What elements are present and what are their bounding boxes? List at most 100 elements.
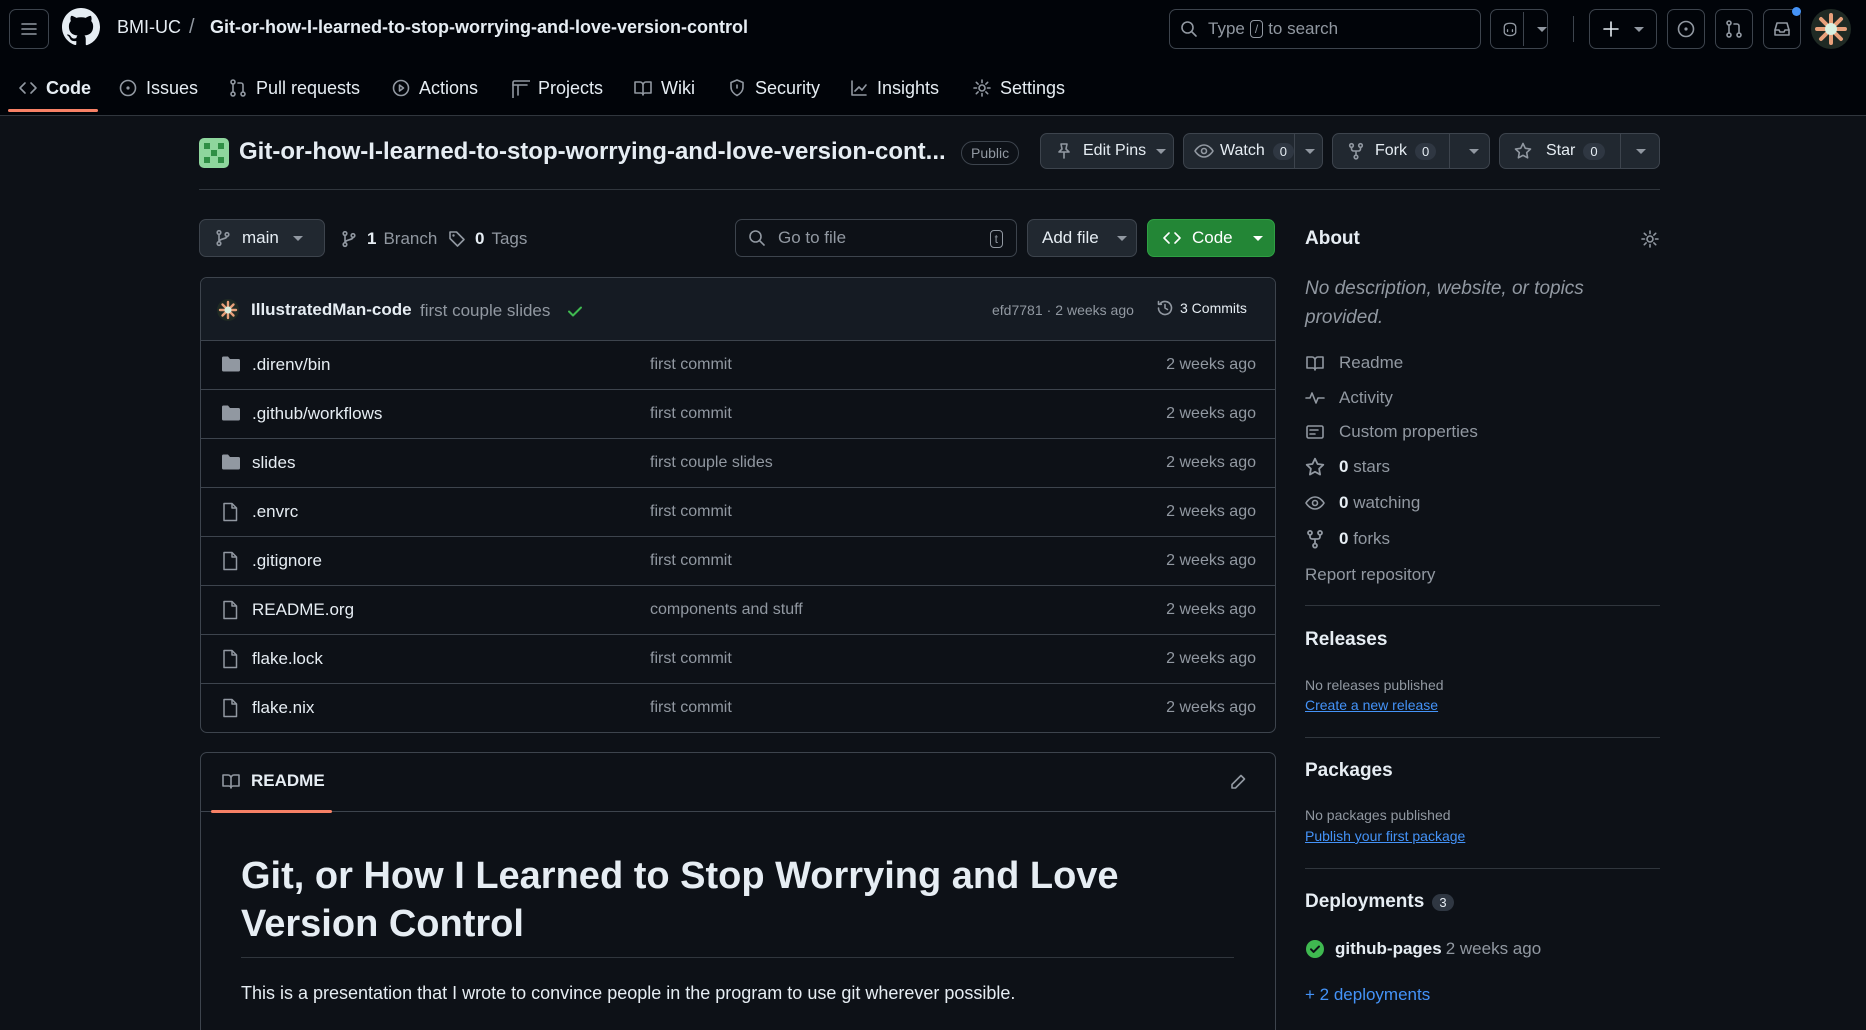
- about-custom-properties-link[interactable]: Custom properties: [1305, 420, 1478, 444]
- file-commit-message[interactable]: first commit: [650, 699, 732, 717]
- commit-message[interactable]: first couple slides: [420, 301, 550, 321]
- menu-button[interactable]: [9, 9, 49, 49]
- file-row[interactable]: .direnv/bin first commit 2 weeks ago: [201, 341, 1275, 390]
- edit-pins-label: Edit Pins: [1083, 142, 1147, 159]
- file-commit-message[interactable]: first couple slides: [650, 454, 773, 472]
- eye-icon: [1194, 144, 1214, 158]
- tab-label: Insights: [877, 77, 940, 98]
- star-icon: [1514, 142, 1532, 159]
- file-name[interactable]: .gitignore: [252, 551, 322, 571]
- forks-count: 0: [1339, 529, 1349, 548]
- go-to-file-input[interactable]: Go to file t: [735, 219, 1017, 257]
- deployments-title[interactable]: Deployments: [1305, 891, 1424, 913]
- file-name[interactable]: .github/workflows: [252, 404, 382, 424]
- tab-insights[interactable]: Insights: [849, 74, 939, 102]
- about-stars-link[interactable]: 0 stars: [1305, 455, 1390, 479]
- edit-pins-button[interactable]: Edit Pins: [1040, 133, 1174, 169]
- file-row[interactable]: slides first couple slides 2 weeks ago: [201, 439, 1275, 488]
- about-watching-link[interactable]: 0 watching: [1305, 491, 1420, 515]
- tab-code[interactable]: Code: [18, 74, 91, 102]
- tags-count: 0: [475, 229, 485, 248]
- go-to-file-shortcut: t: [989, 230, 1003, 248]
- file-name[interactable]: .envrc: [252, 502, 298, 522]
- about-activity-link[interactable]: Activity: [1305, 386, 1393, 410]
- tags-link[interactable]: 0 Tags: [448, 229, 527, 249]
- search-input[interactable]: Type / to search: [1169, 9, 1481, 49]
- file-name[interactable]: flake.nix: [252, 698, 314, 718]
- file-commit-message[interactable]: first commit: [650, 356, 732, 374]
- packages-title[interactable]: Packages: [1305, 760, 1393, 782]
- file-icon: [221, 649, 239, 669]
- file-name[interactable]: slides: [252, 453, 295, 473]
- code-button[interactable]: Code: [1147, 219, 1275, 257]
- file-row[interactable]: .envrc first commit 2 weeks ago: [201, 488, 1275, 537]
- tab-security[interactable]: Security: [727, 74, 820, 102]
- create-new-button[interactable]: [1589, 9, 1657, 49]
- branches-link[interactable]: 1 Branch: [340, 229, 437, 249]
- issues-button[interactable]: [1667, 9, 1705, 49]
- file-commit-message[interactable]: components and stuff: [650, 601, 803, 619]
- pull-requests-button[interactable]: [1715, 9, 1753, 49]
- folder-icon: [221, 453, 241, 471]
- star-icon: [1305, 457, 1325, 476]
- gear-icon[interactable]: [1640, 229, 1660, 249]
- breadcrumb-owner[interactable]: BMI-UC: [117, 17, 181, 38]
- file-commit-message[interactable]: first commit: [650, 650, 732, 668]
- tab-issues[interactable]: Issues: [118, 74, 198, 102]
- avatar[interactable]: [1811, 9, 1851, 49]
- fork-count: 0: [1415, 142, 1437, 160]
- git-branch-icon: [342, 230, 356, 248]
- tab-pull-requests[interactable]: Pull requests: [228, 74, 360, 102]
- star-button[interactable]: Star 0: [1499, 133, 1660, 169]
- github-logo[interactable]: [62, 8, 100, 46]
- file-row[interactable]: .github/workflows first commit 2 weeks ago: [201, 390, 1275, 439]
- more-deployments-link[interactable]: + 2 deployments: [1305, 985, 1430, 1005]
- file-commit-message[interactable]: first commit: [650, 552, 732, 570]
- breadcrumb-repo[interactable]: Git-or-how-I-learned-to-stop-worrying-an…: [210, 17, 748, 38]
- graph-icon: [851, 80, 867, 96]
- identicon-icon: [204, 143, 224, 163]
- file-row[interactable]: .gitignore first commit 2 weeks ago: [201, 537, 1275, 586]
- deployment-env[interactable]: github-pages: [1335, 939, 1442, 959]
- readme-heading-divider: [241, 957, 1234, 958]
- tab-projects[interactable]: Projects: [510, 74, 603, 102]
- file-date: 2 weeks ago: [1166, 650, 1256, 667]
- shield-icon: [730, 79, 744, 97]
- copilot-button[interactable]: [1490, 9, 1548, 49]
- file-name[interactable]: README.org: [252, 600, 354, 620]
- commit-hash[interactable]: efd7781: [992, 302, 1043, 318]
- chevron-down-icon: [1305, 149, 1315, 154]
- repo-title[interactable]: Git-or-how-I-learned-to-stop-worrying-an…: [239, 138, 946, 166]
- watch-button[interactable]: Watch 0: [1183, 133, 1323, 169]
- releases-title[interactable]: Releases: [1305, 629, 1387, 651]
- file-row[interactable]: flake.lock first commit 2 weeks ago: [201, 635, 1275, 684]
- report-repository-link[interactable]: Report repository: [1305, 565, 1435, 585]
- pencil-icon[interactable]: [1229, 773, 1247, 791]
- commit-author-avatar[interactable]: [217, 299, 239, 321]
- publish-package-link[interactable]: Publish your first package: [1305, 828, 1465, 844]
- file-row[interactable]: flake.nix first commit 2 weeks ago: [201, 684, 1275, 732]
- readme-tab[interactable]: README: [221, 771, 325, 791]
- add-file-button[interactable]: Add file: [1027, 219, 1137, 257]
- file-name[interactable]: flake.lock: [252, 649, 323, 669]
- about-forks-link[interactable]: 0 forks: [1305, 527, 1390, 551]
- fork-button[interactable]: Fork 0: [1332, 133, 1490, 169]
- pull-request-icon: [1726, 20, 1742, 38]
- file-name[interactable]: .direnv/bin: [252, 355, 330, 375]
- deployment-item[interactable]: github-pages 2 weeks ago: [1305, 939, 1541, 959]
- tab-wiki[interactable]: Wiki: [633, 74, 695, 102]
- create-release-link[interactable]: Create a new release: [1305, 697, 1438, 713]
- tab-settings[interactable]: Settings: [972, 74, 1065, 102]
- file-commit-message[interactable]: first commit: [650, 503, 732, 521]
- commits-link[interactable]: 3 Commits: [1156, 299, 1247, 317]
- about-readme-link[interactable]: Readme: [1305, 351, 1403, 375]
- file-row[interactable]: README.org components and stuff 2 weeks ag…: [201, 586, 1275, 635]
- check-icon[interactable]: [566, 302, 584, 320]
- commit-author[interactable]: IllustratedMan-code: [251, 300, 412, 320]
- code-icon: [19, 82, 37, 94]
- branch-selector[interactable]: main: [199, 219, 325, 257]
- readme-tab-indicator: [211, 810, 332, 813]
- fork-label: Fork: [1375, 142, 1407, 159]
- file-commit-message[interactable]: first commit: [650, 405, 732, 423]
- tab-actions[interactable]: Actions: [391, 74, 478, 102]
